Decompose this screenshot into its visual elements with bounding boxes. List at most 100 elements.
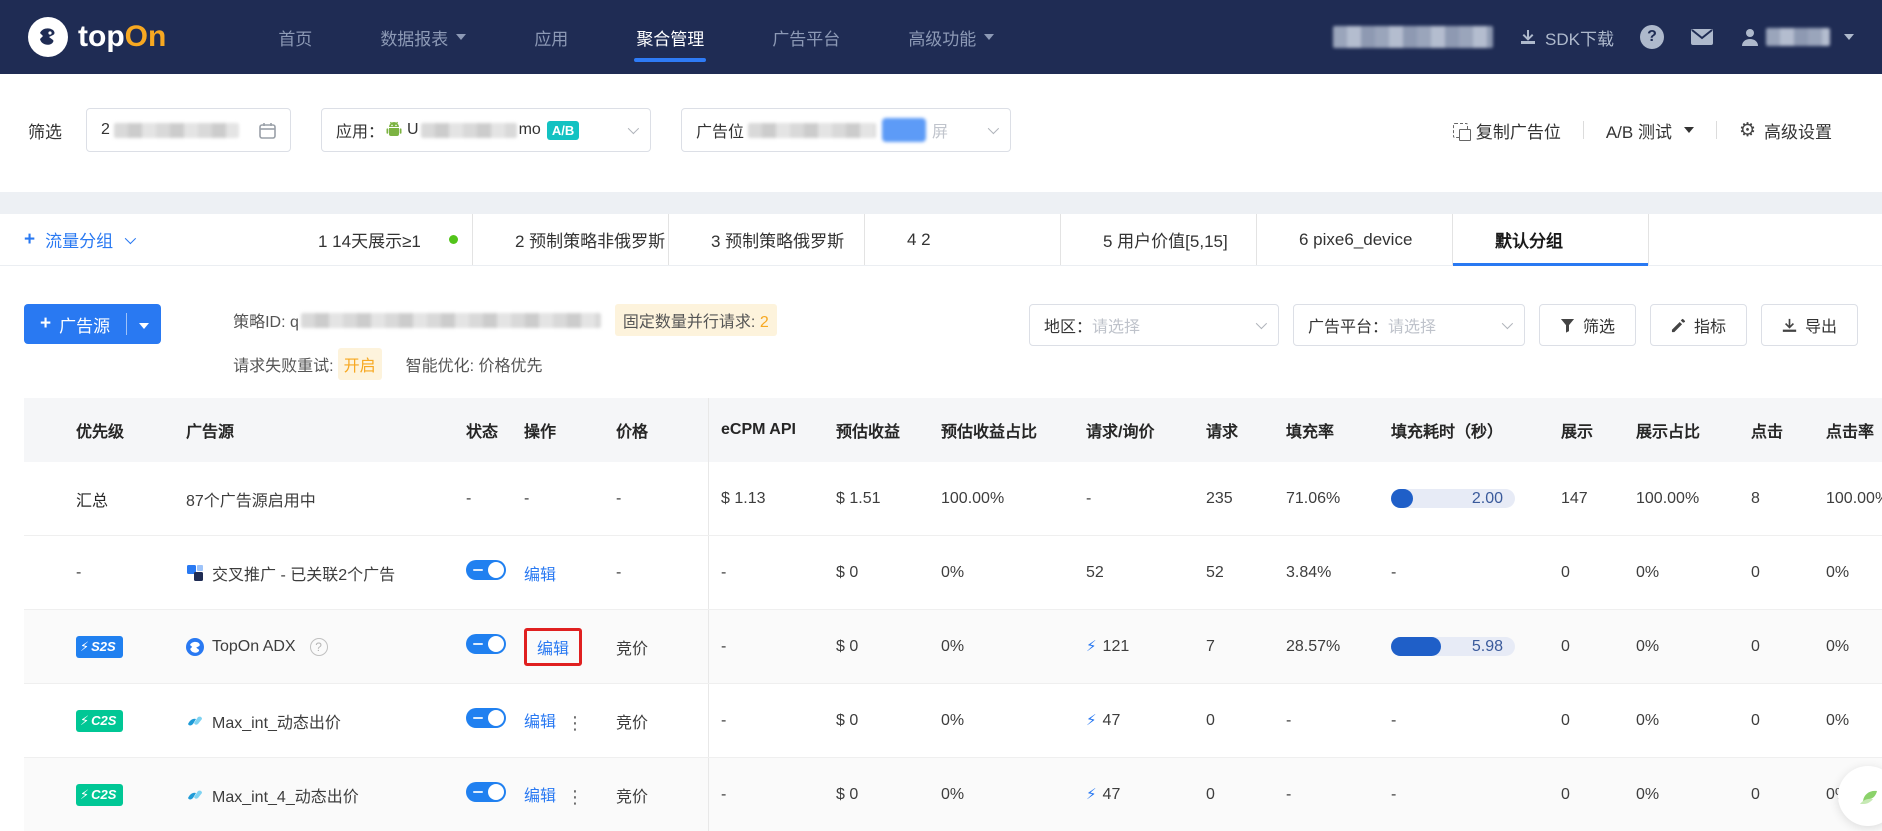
strategy-id-label: 策略ID: q bbox=[233, 314, 299, 331]
request-bid-cell[interactable]: ⚡ 47 bbox=[1074, 785, 1194, 804]
fill-rate-cell[interactable]: 71.06% bbox=[1274, 489, 1379, 508]
toolbar-right: 地区： 请选择 广告平台： 请选择 筛选 指标 导出 bbox=[1028, 304, 1858, 346]
toolbar: + 广告源 策略ID: q 固定数量并行请求: 2 请求失败重试: 开启 智能优化… bbox=[0, 266, 1882, 398]
add-ad-source-button[interactable]: + 广告源 bbox=[24, 304, 162, 344]
edit-link[interactable]: 编辑 bbox=[537, 641, 569, 658]
nav-item-networks[interactable]: 广告平台 bbox=[770, 1, 842, 74]
app-name-suffix: mo bbox=[518, 121, 541, 138]
col-est-revenue: 预估收益 bbox=[836, 424, 901, 441]
copy-placement-button[interactable]: 复制广告位 bbox=[1431, 118, 1583, 143]
request-bid-cell[interactable]: ⚡ 121 bbox=[1074, 637, 1194, 656]
fill-time-cell: - bbox=[1391, 785, 1397, 803]
app-select-label: 应用： bbox=[336, 124, 385, 141]
impressions-pct-cell: 0% bbox=[1636, 637, 1660, 655]
topon-bird-icon bbox=[28, 17, 68, 57]
network-select[interactable]: 广告平台： 请选择 bbox=[1292, 304, 1525, 346]
progress-fill bbox=[1391, 489, 1414, 508]
tab-group-5[interactable]: 5 用户价值[5,15] bbox=[1060, 214, 1256, 265]
fill-rate-cell[interactable]: 28.57% bbox=[1274, 637, 1379, 656]
col-est-revenue-pct: 预估收益占比 bbox=[941, 424, 1038, 441]
fill-time-cell: 2.00 bbox=[1379, 489, 1549, 508]
ctr-cell: 100.00% bbox=[1826, 489, 1882, 507]
ctr-cell: 0% bbox=[1826, 711, 1850, 729]
tab-group-3[interactable]: 3 预制策略俄罗斯 bbox=[668, 214, 864, 265]
price-cell: 竞价 bbox=[604, 758, 709, 831]
caret-down-icon bbox=[456, 34, 467, 40]
top-navbar: topOn 首页 数据报表 应用 聚合管理 广告平台 高级功能 SDK下载 ? bbox=[0, 0, 1882, 74]
filter-button[interactable]: 筛选 bbox=[1538, 304, 1636, 346]
retry-value: 开启 bbox=[337, 348, 382, 380]
edit-link[interactable]: 编辑 bbox=[524, 714, 556, 731]
revenue-pct-cell: 0% bbox=[941, 785, 965, 803]
region-select[interactable]: 地区： 请选择 bbox=[1028, 304, 1279, 346]
status-toggle-on[interactable] bbox=[466, 634, 506, 654]
account-menu[interactable] bbox=[1740, 27, 1854, 47]
add-traffic-group-button[interactable]: + 流量分组 bbox=[0, 227, 276, 252]
chevron-down-icon bbox=[627, 122, 640, 135]
nav-item-reports[interactable]: 数据报表 bbox=[378, 1, 468, 74]
tab-group-2[interactable]: 2 预制策略非俄罗斯 bbox=[472, 214, 668, 265]
topon-logo[interactable]: topOn bbox=[28, 17, 166, 57]
download-icon bbox=[1782, 318, 1797, 332]
advanced-settings-button[interactable]: ⚙ 高级设置 bbox=[1717, 118, 1854, 143]
impressions-cell: 0 bbox=[1561, 785, 1570, 803]
more-menu-icon[interactable]: ⋮ bbox=[566, 713, 584, 733]
status-cell bbox=[454, 782, 512, 807]
ecpm-cell: - bbox=[721, 785, 727, 803]
status-toggle-on[interactable] bbox=[466, 708, 506, 728]
app-select[interactable]: 应用： U mo A/B bbox=[321, 108, 651, 152]
request-bid-cell[interactable]: ⚡ 47 bbox=[1074, 711, 1194, 730]
bolt-icon: ⚡ bbox=[80, 712, 90, 728]
tab-group-6[interactable]: 6 pixe6_device bbox=[1256, 214, 1452, 265]
tab-default-group[interactable]: 默认分组 bbox=[1452, 214, 1648, 266]
android-icon bbox=[386, 121, 402, 136]
edit-link[interactable]: 编辑 bbox=[524, 788, 556, 805]
col-ctr: 点击率 bbox=[1826, 424, 1875, 441]
ab-test-button[interactable]: A/B 测试 bbox=[1584, 118, 1716, 143]
requests-cell: 0 bbox=[1206, 711, 1215, 729]
impressions-cell: 147 bbox=[1561, 489, 1588, 507]
requests-cell: 7 bbox=[1206, 637, 1215, 655]
nav-item-home[interactable]: 首页 bbox=[276, 1, 314, 74]
ad-source-table: 优先级 广告源 状态 操作 价格 eCPM API 预估收益 预估收益占比 请求… bbox=[0, 398, 1882, 831]
green-status-dot bbox=[449, 235, 458, 244]
mail-icon[interactable] bbox=[1690, 28, 1714, 46]
source-cell: 87个广告源启用中 bbox=[186, 492, 316, 510]
export-button[interactable]: 导出 bbox=[1760, 304, 1858, 346]
table-row-cross-promo: - 交叉推广 - 已关联2个广告 编辑 - - $ 0 0% 52 52 3.8… bbox=[24, 536, 1882, 610]
edit-link[interactable]: 编辑 bbox=[524, 567, 556, 584]
redacted-date-value bbox=[113, 122, 239, 138]
table-header-row: 优先级 广告源 状态 操作 价格 eCPM API 预估收益 预估收益占比 请求… bbox=[24, 398, 1882, 462]
ecpm-cell: $ 1.13 bbox=[721, 489, 766, 507]
col-impressions-pct: 展示占比 bbox=[1636, 424, 1701, 441]
filter-bar: 筛选 2 应用： U mo A/B 广告位 屏 复制广告位 A/B 测试 ⚙ 高… bbox=[0, 74, 1882, 192]
status-toggle-on[interactable] bbox=[466, 560, 506, 580]
request-bid-cell: - bbox=[1086, 489, 1092, 507]
tab-group-4[interactable]: 4 2 bbox=[864, 214, 1060, 265]
nav-item-advanced[interactable]: 高级功能 bbox=[906, 1, 996, 74]
chevron-down-icon bbox=[1501, 317, 1514, 330]
caret-down-icon bbox=[139, 323, 150, 329]
metrics-button[interactable]: 指标 bbox=[1649, 304, 1747, 346]
impressions-pct-cell: 0% bbox=[1636, 785, 1660, 803]
tab-group-1[interactable]: 1 14天展示≥1 bbox=[276, 214, 472, 265]
revenue-pct-cell: 100.00% bbox=[941, 489, 1005, 507]
status-toggle-on[interactable] bbox=[466, 782, 506, 802]
help-icon[interactable]: ? bbox=[1640, 25, 1664, 49]
table-body: 汇总 87个广告源启用中 - - - $ 1.13 $ 1.51 100.00%… bbox=[24, 462, 1882, 831]
bolt-icon: ⚡ bbox=[80, 638, 90, 654]
fill-time-progress: 5.98 bbox=[1391, 637, 1515, 656]
more-menu-icon[interactable]: ⋮ bbox=[566, 787, 584, 807]
nav-item-apps[interactable]: 应用 bbox=[532, 1, 570, 74]
sdk-download-link[interactable]: SDK下载 bbox=[1519, 25, 1614, 50]
col-clicks: 点击 bbox=[1751, 424, 1784, 441]
nav-item-mediation[interactable]: 聚合管理 bbox=[634, 1, 707, 74]
add-source-dropdown[interactable] bbox=[127, 314, 161, 334]
help-icon[interactable]: ? bbox=[309, 637, 328, 656]
date-value-prefix: 2 bbox=[101, 121, 110, 138]
ab-badge: A/B bbox=[546, 120, 580, 140]
tab-list-tail bbox=[1648, 214, 1882, 265]
date-range-input[interactable]: 2 bbox=[86, 108, 291, 152]
bolt-icon: ⚡ bbox=[1086, 638, 1097, 655]
placement-select[interactable]: 广告位 屏 bbox=[681, 108, 1011, 152]
